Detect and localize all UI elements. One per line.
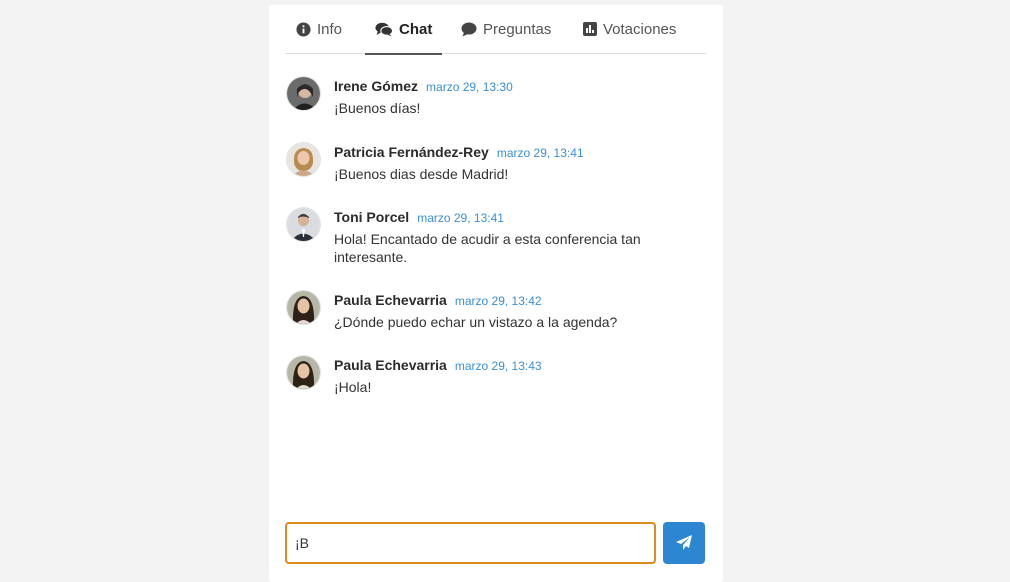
tab-votaciones[interactable]: Votaciones xyxy=(583,5,676,54)
message-item: Paula Echevarria marzo 29, 13:42 ¿Dónde … xyxy=(287,291,707,331)
tab-bar: Info Chat Preguntas Votaciones xyxy=(285,5,706,55)
message-item: Irene Gómez marzo 29, 13:30 ¡Buenos días… xyxy=(287,77,707,117)
tab-chat[interactable]: Chat xyxy=(364,5,443,55)
avatar[interactable] xyxy=(287,356,320,389)
chat-panel: Info Chat Preguntas Votaciones Irene Góm… xyxy=(269,5,723,582)
tab-chat-label: Chat xyxy=(399,20,433,38)
message-text: ¡Buenos días! xyxy=(334,100,421,116)
message-author: Irene Gómez xyxy=(334,78,419,94)
avatar[interactable] xyxy=(287,291,320,324)
bar-chart-icon xyxy=(583,22,597,36)
message-item: Toni Porcel marzo 29, 13:41 Hola! Encant… xyxy=(287,208,707,266)
message-composer xyxy=(285,522,656,564)
message-author: Paula Echevarria xyxy=(334,292,447,308)
message-item: Paula Echevarria marzo 29, 13:43 ¡Hola! xyxy=(287,356,707,396)
tab-preguntas-label: Preguntas xyxy=(483,20,552,38)
message-text: ¿Dónde puedo echar un vistazo a la agend… xyxy=(334,314,618,330)
message-time: marzo 29, 13:30 xyxy=(426,80,513,94)
speech-bubble-icon xyxy=(461,22,477,37)
tab-info-label: Info xyxy=(317,20,343,38)
tab-info[interactable]: Info xyxy=(296,5,342,54)
avatar[interactable] xyxy=(287,208,320,241)
message-item: Patricia Fernández-Rey marzo 29, 13:41 ¡… xyxy=(287,143,707,183)
message-text: Hola! Encantado de acudir a esta confere… xyxy=(334,231,641,265)
message-time: marzo 29, 13:42 xyxy=(454,294,542,308)
message-time: marzo 29, 13:43 xyxy=(454,359,542,373)
message-input[interactable] xyxy=(295,535,654,551)
message-author: Paula Echevarria xyxy=(334,357,447,373)
message-time: marzo 29, 13:41 xyxy=(496,146,584,160)
info-circle-icon xyxy=(296,21,311,37)
message-text: ¡Buenos dias desde Madrid! xyxy=(334,166,509,182)
message-author: Patricia Fernández-Rey xyxy=(334,144,489,160)
message-time: marzo 29, 13:41 xyxy=(417,211,504,225)
tab-votaciones-label: Votaciones xyxy=(603,20,677,38)
comments-icon xyxy=(375,22,393,37)
message-text: ¡Hola! xyxy=(334,379,372,395)
message-author: Toni Porcel xyxy=(334,209,410,225)
avatar[interactable] xyxy=(287,143,320,176)
paper-plane-icon xyxy=(675,534,693,552)
avatar[interactable] xyxy=(287,77,320,110)
tab-preguntas[interactable]: Preguntas xyxy=(461,5,551,54)
send-button[interactable] xyxy=(663,522,705,564)
